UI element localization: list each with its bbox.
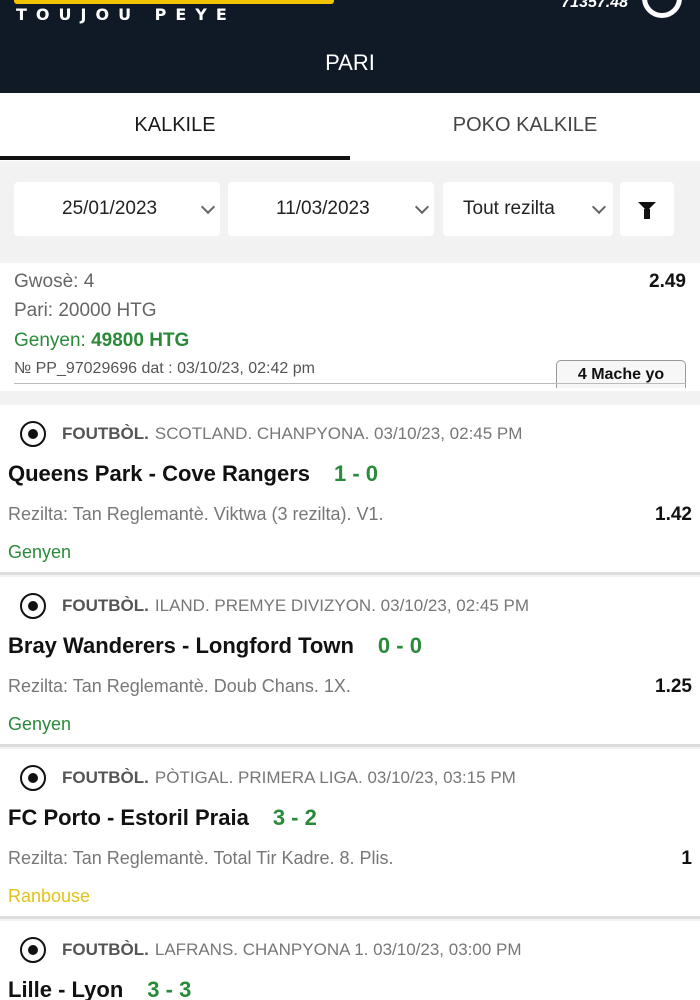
bet-status: Ranbouse xyxy=(8,886,91,906)
teams-label: Bray Wanderers - Longford Town xyxy=(8,633,354,658)
match-score: 0 - 0 xyxy=(377,633,422,658)
league-info: ILAND. PREMYE DIVIZYON. 03/10/23, 02:45 … xyxy=(154,596,530,615)
tab-kalkile[interactable]: KALKILE xyxy=(0,93,350,161)
result-value: Tout rezilta xyxy=(463,198,555,219)
date-from-select[interactable]: 25/01/2023 xyxy=(14,182,220,236)
match-teams: Queens Park - Cove Rangers 1 - 0 xyxy=(8,461,378,487)
result-select[interactable]: Tout rezilta xyxy=(443,182,613,236)
bet-market: Rezilta: Tan Reglemantè. Total Tir Kadre… xyxy=(8,848,394,868)
winnings-label: Genyen: 49800 HTG xyxy=(14,330,189,352)
bet-odds: 1.25 xyxy=(655,676,692,697)
teams-label: FC Porto - Estoril Praia xyxy=(8,805,249,830)
filter-button[interactable] xyxy=(620,182,674,236)
date-to-value: 11/03/2023 xyxy=(276,198,370,219)
winnings-amount: 49800 HTG xyxy=(91,330,190,351)
brand-tagline: TOUJOU PEYE xyxy=(16,5,236,24)
date-to-select[interactable]: 11/03/2023 xyxy=(228,182,434,236)
bet-market: Rezilta: Tan Reglemantè. Viktwa (3 rezil… xyxy=(8,504,384,524)
soccer-ball-icon xyxy=(20,421,46,447)
sport-label: FOUTBÒL. xyxy=(62,768,149,787)
bet-odds: 1.42 xyxy=(655,504,692,525)
ticket-id: № PP_97029696 dat : 03/10/23, 02:42 pm xyxy=(14,360,315,377)
chevron-down-icon xyxy=(200,199,216,215)
soccer-ball-icon xyxy=(20,937,46,963)
date-from-value: 25/01/2023 xyxy=(62,198,158,219)
bet-card[interactable]: FOUTBÒL. ILAND. PREMYE DIVIZYON. 03/10/23… xyxy=(0,577,700,747)
active-tab-indicator xyxy=(0,156,350,160)
match-score: 3 - 2 xyxy=(272,805,317,830)
sport-label: FOUTBÒL. xyxy=(62,424,149,443)
sport-label: FOUTBÒL. xyxy=(62,596,149,615)
bet-card[interactable]: FOUTBÒL. LAFRANS. CHANPYONA 1. 03/10/23, … xyxy=(0,921,700,1000)
bet-odds: 1 xyxy=(681,848,692,869)
bet-card[interactable]: FOUTBÒL. SCOTLAND. CHANPYONA. 03/10/23, 0… xyxy=(0,405,700,575)
bet-summary[interactable]: Gwosè: 4 2.49 Pari: 20000 HTG Genyen: 49… xyxy=(0,263,700,391)
total-odds: 2.49 xyxy=(649,271,686,292)
sport-label: FOUTBÒL. xyxy=(62,940,149,959)
account-balance: 71357.48 xyxy=(561,0,628,11)
league-info: LAFRANS. CHANPYONA 1. 03/10/23, 03:00 PM xyxy=(154,940,522,959)
page-title: PARI xyxy=(325,50,375,75)
soccer-ball-icon xyxy=(20,593,46,619)
filter-bar: 25/01/2023 11/03/2023 Tout rezilta xyxy=(0,161,700,256)
match-score: 1 - 0 xyxy=(334,461,379,486)
teams-label: Queens Park - Cove Rangers xyxy=(8,461,311,486)
match-teams: Bray Wanderers - Longford Town 0 - 0 xyxy=(8,633,422,659)
chevron-down-icon xyxy=(591,199,607,215)
logo-shape xyxy=(14,0,334,4)
match-score: 3 - 3 xyxy=(147,977,192,1000)
winnings-caption: Genyen: xyxy=(14,330,92,351)
tab-poko-kalkile[interactable]: POKO KALKILE xyxy=(350,93,700,161)
teams-label: Lille - Lyon xyxy=(8,977,124,1000)
bet-meta: FOUTBÒL. PÒTIGAL. PRIMERA LIGA. 03/10/23,… xyxy=(62,768,516,788)
bet-market: Rezilta: Tan Reglemantè. Doub Chans. 1X. xyxy=(8,676,351,696)
soccer-ball-icon xyxy=(20,765,46,791)
bet-card[interactable]: FOUTBÒL. PÒTIGAL. PRIMERA LIGA. 03/10/23,… xyxy=(0,749,700,919)
bet-tabs: KALKILE POKO KALKILE xyxy=(0,93,700,161)
app-header: TOUJOU PEYE 71357.48 PARI xyxy=(0,0,700,93)
user-icon[interactable] xyxy=(642,0,682,18)
chevron-down-icon xyxy=(414,199,430,215)
funnel-icon-stem xyxy=(644,209,650,219)
bet-meta: FOUTBÒL. ILAND. PREMYE DIVIZYON. 03/10/23… xyxy=(62,596,529,616)
brand-logo[interactable] xyxy=(14,0,334,4)
bet-status: Genyen xyxy=(8,542,72,562)
bet-meta: FOUTBÒL. LAFRANS. CHANPYONA 1. 03/10/23, … xyxy=(62,940,522,960)
match-teams: FC Porto - Estoril Praia 3 - 2 xyxy=(8,805,317,831)
divider xyxy=(14,383,686,384)
bet-status: Genyen xyxy=(8,714,72,734)
league-info: PÒTIGAL. PRIMERA LIGA. 03/10/23, 03:15 P… xyxy=(154,768,516,787)
stake-label: Pari: 20000 HTG xyxy=(14,300,157,321)
league-info: SCOTLAND. CHANPYONA. 03/10/23, 02:45 PM xyxy=(154,424,523,443)
gwose-label: Gwosè: 4 xyxy=(14,271,95,292)
match-teams: Lille - Lyon 3 - 3 xyxy=(8,977,191,1000)
bet-meta: FOUTBÒL. SCOTLAND. CHANPYONA. 03/10/23, 0… xyxy=(62,424,522,444)
